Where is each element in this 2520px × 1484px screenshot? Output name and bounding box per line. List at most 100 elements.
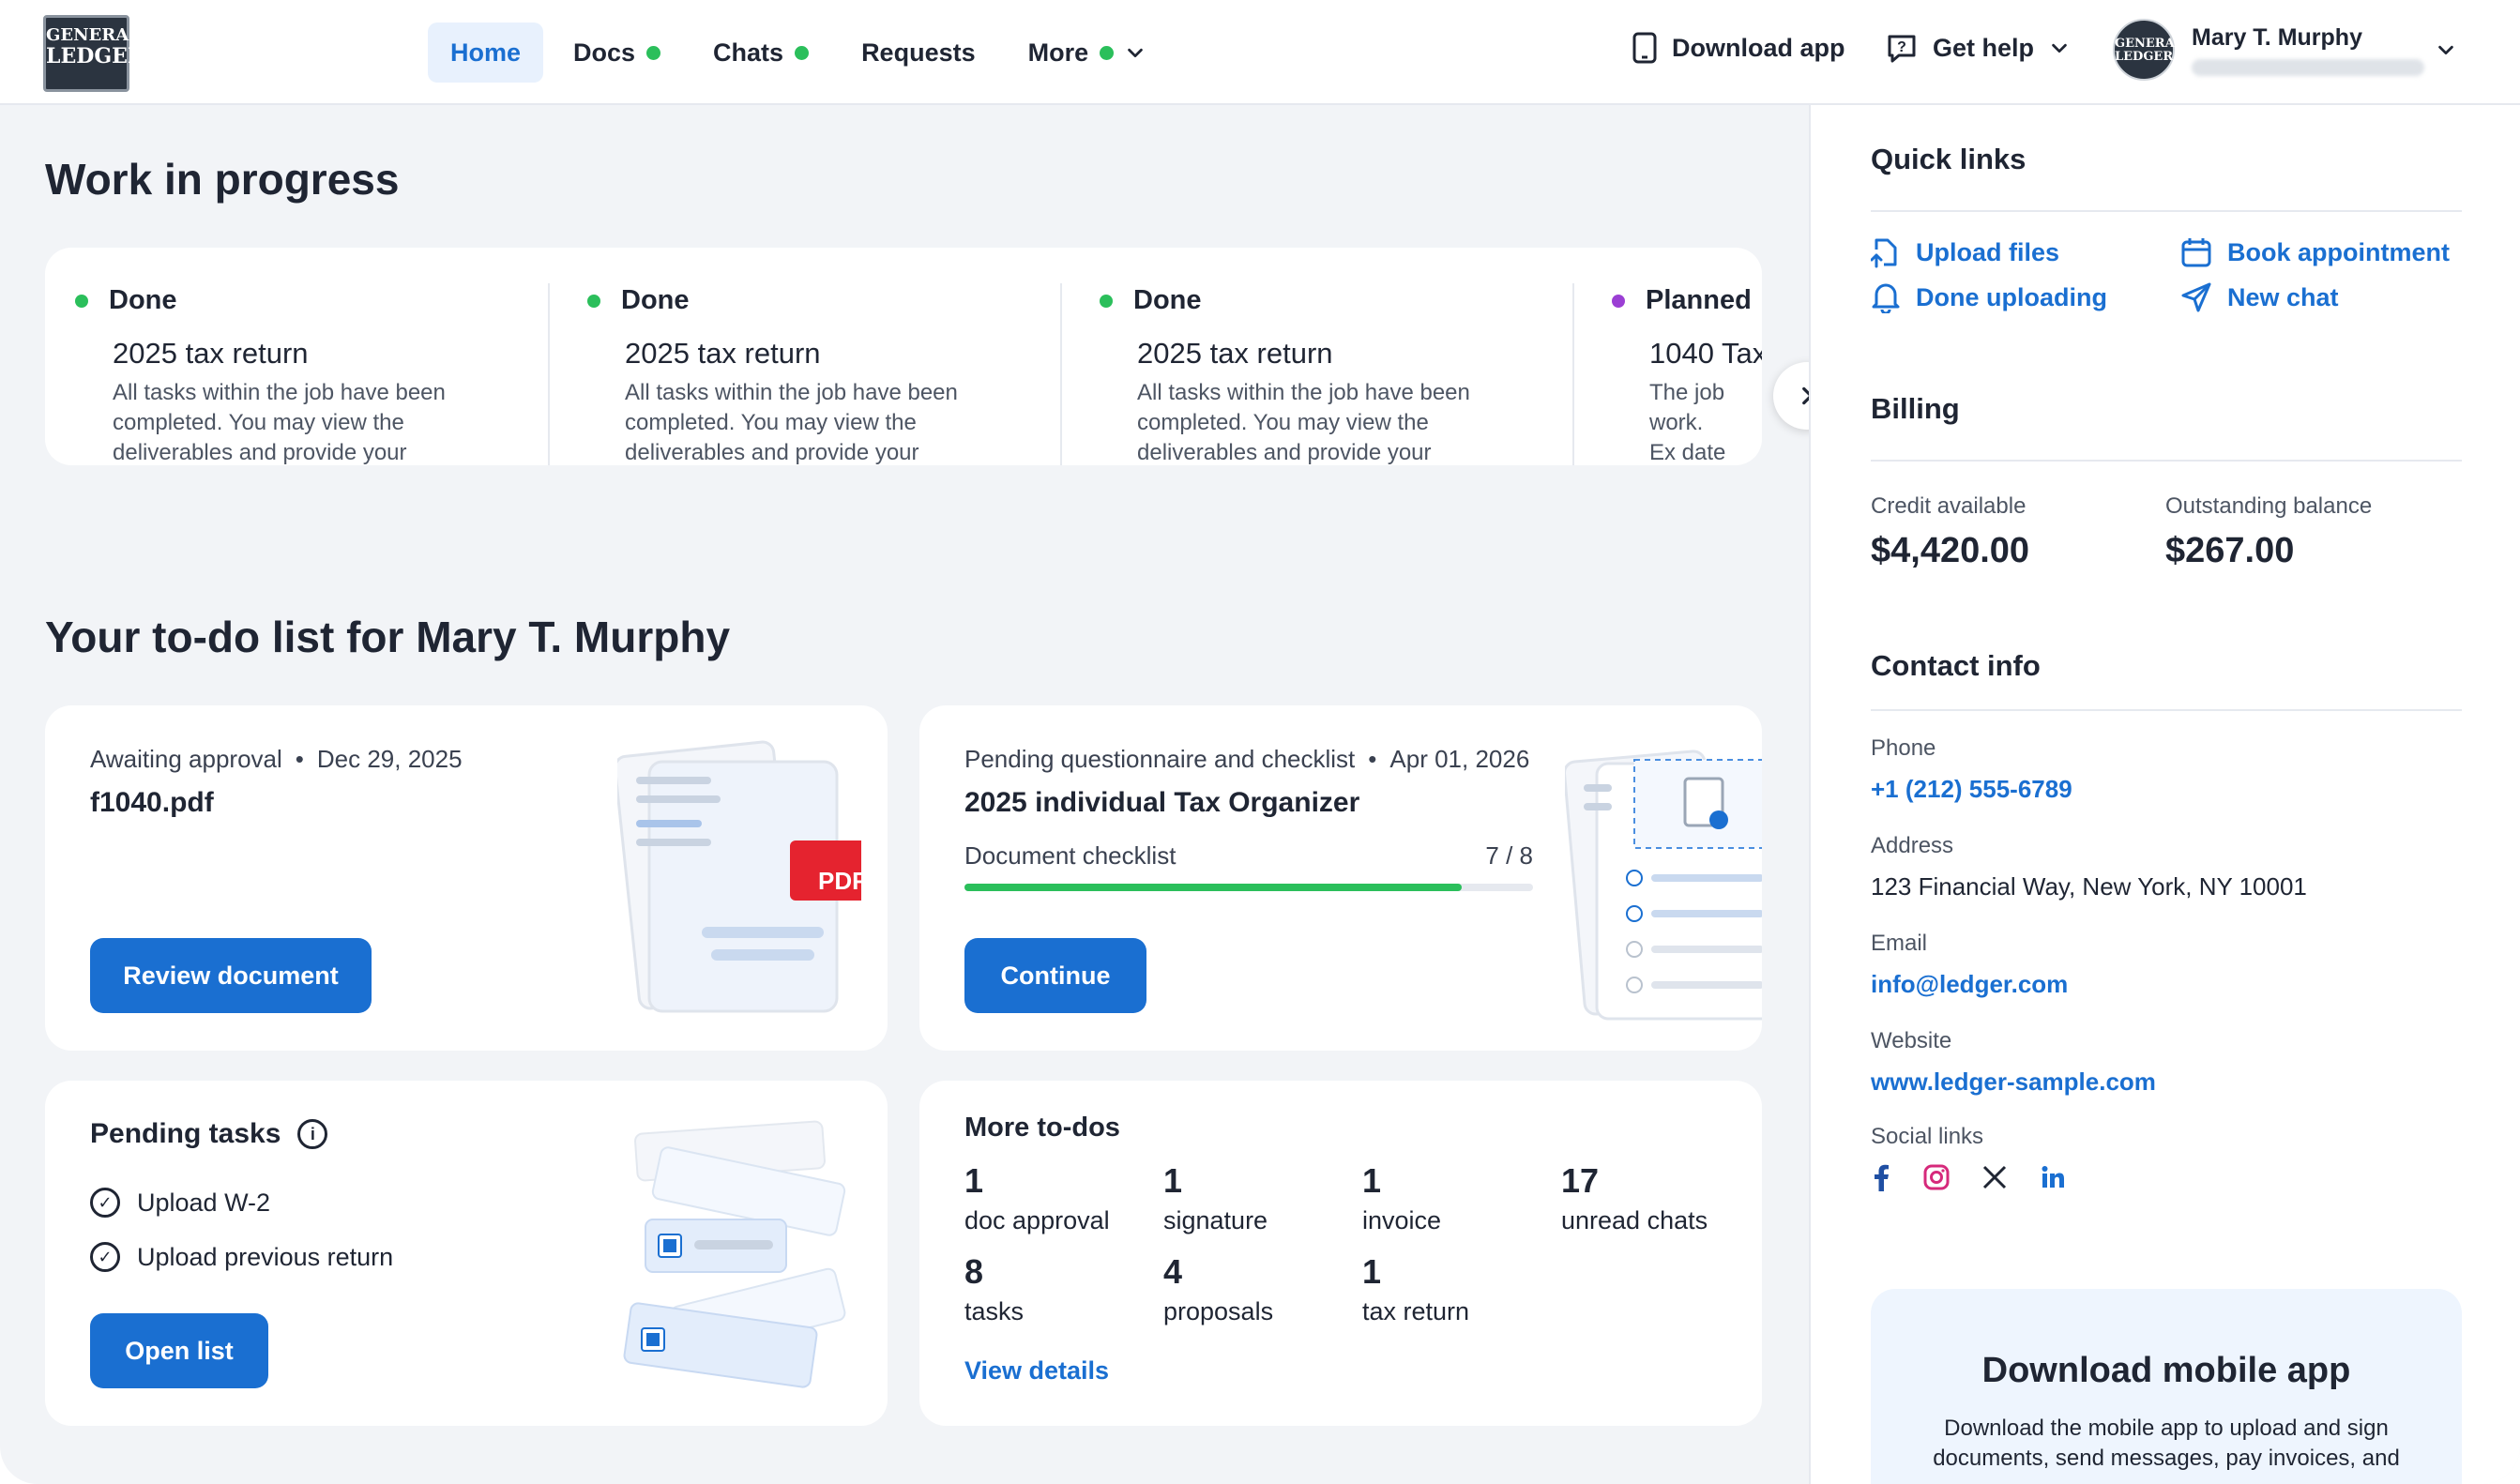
wip-desc: All tasks within the job have been compl… xyxy=(113,380,446,465)
open-list-button[interactable]: Open list xyxy=(90,1313,268,1388)
calendar-icon xyxy=(2181,238,2211,267)
stat-number: 8 xyxy=(964,1252,984,1291)
phone-link[interactable]: +1 (212) 555-6789 xyxy=(1871,775,2072,804)
wip-item[interactable]: Planned 1040 Tax The job work. Ex date a… xyxy=(1612,285,1762,465)
linkedin-icon[interactable] xyxy=(2040,1164,2066,1190)
pending-task-label: Upload previous return xyxy=(137,1242,394,1271)
social-label: Social links xyxy=(1871,1124,1984,1149)
svg-text:?: ? xyxy=(1897,39,1906,55)
wip-status: Done xyxy=(1133,285,1202,315)
send-icon xyxy=(2181,282,2211,312)
nav-home[interactable]: Home xyxy=(428,23,544,83)
upload-file-icon xyxy=(1871,238,1897,268)
side-panel: Quick links Upload files Book appointmen… xyxy=(1809,105,2520,1484)
main-nav: Home Docs Chats Requests More xyxy=(428,23,1168,83)
approval-status: Awaiting approval xyxy=(90,745,282,773)
stat-unread-chats[interactable]: 17 unread chats xyxy=(1561,1161,1734,1235)
info-icon[interactable]: i xyxy=(297,1119,328,1149)
website-link[interactable]: www.ledger-sample.com xyxy=(1871,1068,2156,1097)
wip-item[interactable]: Done 2025 tax return All tasks within th… xyxy=(587,285,1019,465)
divider xyxy=(548,283,550,465)
nav-docs[interactable]: Docs xyxy=(551,23,683,83)
done-uploading-link[interactable]: Done uploading xyxy=(1871,281,2107,313)
stat-number: 1 xyxy=(964,1161,984,1200)
logo-line2: LEDGER xyxy=(46,44,145,68)
get-help-button[interactable]: ? Get help xyxy=(1886,32,2070,64)
credit-value: $4,420.00 xyxy=(1871,531,2030,570)
organizer-card: Pending questionnaire and checklist • Apr … xyxy=(919,705,1762,1051)
logo[interactable]: GENERAL LEDGER xyxy=(43,15,145,92)
stat-proposals[interactable]: 4 proposals xyxy=(1163,1252,1362,1326)
billing-heading: Billing xyxy=(1871,392,1960,425)
stat-label: unread chats xyxy=(1561,1206,1708,1234)
wip-item[interactable]: Done 2025 tax return All tasks within th… xyxy=(75,285,507,465)
user-email-blurred xyxy=(2192,58,2424,76)
wip-status: Done xyxy=(109,285,177,315)
organizer-title: 2025 individual Tax Organizer xyxy=(964,787,1360,818)
open-list-label: Open list xyxy=(125,1336,234,1365)
nav-docs-label: Docs xyxy=(573,38,636,67)
book-appointment-label: Book appointment xyxy=(2227,237,2450,266)
divider xyxy=(1871,709,2462,711)
pending-task-item: ✓ Upload previous return xyxy=(90,1242,393,1272)
stat-tasks[interactable]: 8 tasks xyxy=(964,1252,1163,1326)
check-circle-icon: ✓ xyxy=(90,1188,120,1218)
pdf-illustration-icon: PDF xyxy=(617,740,861,1013)
stat-label: tasks xyxy=(964,1297,1025,1325)
email-label: Email xyxy=(1871,931,1928,956)
checklist-label: Document checklist xyxy=(964,841,1177,870)
wip-item[interactable]: Done 2025 tax return All tasks within th… xyxy=(1100,285,1531,465)
stat-signature[interactable]: 1 signature xyxy=(1163,1161,1362,1235)
nav-requests[interactable]: Requests xyxy=(839,23,998,83)
document-filename: f1040.pdf xyxy=(90,787,214,818)
stat-label: proposals xyxy=(1163,1297,1274,1325)
book-appointment-link[interactable]: Book appointment xyxy=(2180,236,2450,268)
stat-number: 17 xyxy=(1561,1161,1600,1200)
divider xyxy=(1060,283,1062,465)
wip-status: Done xyxy=(621,285,690,315)
facebook-icon[interactable] xyxy=(1871,1163,1891,1191)
new-chat-link[interactable]: New chat xyxy=(2180,281,2339,313)
wip-desc: All tasks within the job have been compl… xyxy=(1137,380,1470,465)
instagram-icon[interactable] xyxy=(1923,1164,1950,1190)
chevron-down-icon xyxy=(2052,43,2067,53)
stat-doc-approval[interactable]: 1 doc approval xyxy=(964,1161,1163,1235)
stat-tax-return[interactable]: 1 tax return xyxy=(1362,1252,1561,1326)
credit-label: Credit available xyxy=(1871,493,2027,519)
done-uploading-label: Done uploading xyxy=(1916,282,2107,311)
logo-line1: GENERAL xyxy=(46,25,141,45)
stat-invoice[interactable]: 1 invoice xyxy=(1362,1161,1561,1235)
phone-label: Phone xyxy=(1871,735,1936,761)
wip-desc: All tasks within the job have been compl… xyxy=(625,380,958,465)
continue-label: Continue xyxy=(1000,961,1111,990)
upload-files-link[interactable]: Upload files xyxy=(1871,236,2059,268)
website-label: Website xyxy=(1871,1028,1952,1053)
stat-label: tax return xyxy=(1362,1297,1470,1325)
phone-icon xyxy=(1632,32,1657,64)
checklist-count: 7 / 8 xyxy=(1485,841,1533,870)
nav-chats[interactable]: Chats xyxy=(691,23,831,83)
more-todos-stats: 1 doc approval 1 signature 1 invoice 17 unre… xyxy=(964,1161,1734,1326)
email-link[interactable]: info@ledger.com xyxy=(1871,970,2068,999)
wip-desc: The job work. Ex date and xyxy=(1649,380,1726,465)
review-document-button[interactable]: Review document xyxy=(90,938,372,1013)
new-chat-label: New chat xyxy=(2227,282,2339,311)
continue-button[interactable]: Continue xyxy=(964,938,1146,1013)
notification-dot xyxy=(1100,45,1115,60)
wip-title: 1040 Tax xyxy=(1649,337,1762,370)
divider xyxy=(1871,460,2462,462)
x-twitter-icon[interactable] xyxy=(1981,1164,2008,1190)
view-details-link[interactable]: View details xyxy=(964,1356,1109,1386)
nav-home-label: Home xyxy=(450,38,522,67)
nav-more[interactable]: More xyxy=(1006,23,1169,83)
stat-label: signature xyxy=(1163,1206,1268,1234)
user-menu[interactable]: GENERAL LEDGER Mary T. Murphy xyxy=(2113,19,2424,81)
chevron-down-icon[interactable] xyxy=(2436,39,2456,60)
wip-title: 2025 tax return xyxy=(1137,337,1333,370)
divider xyxy=(1572,283,1574,465)
download-app-button[interactable]: Download app xyxy=(1632,32,1845,64)
approval-card: Awaiting approval • Dec 29, 2025 f1040.pdf… xyxy=(45,705,888,1051)
status-dot xyxy=(1100,294,1113,308)
avatar-line1: GENERAL xyxy=(2115,37,2183,51)
social-links xyxy=(1871,1163,2066,1191)
